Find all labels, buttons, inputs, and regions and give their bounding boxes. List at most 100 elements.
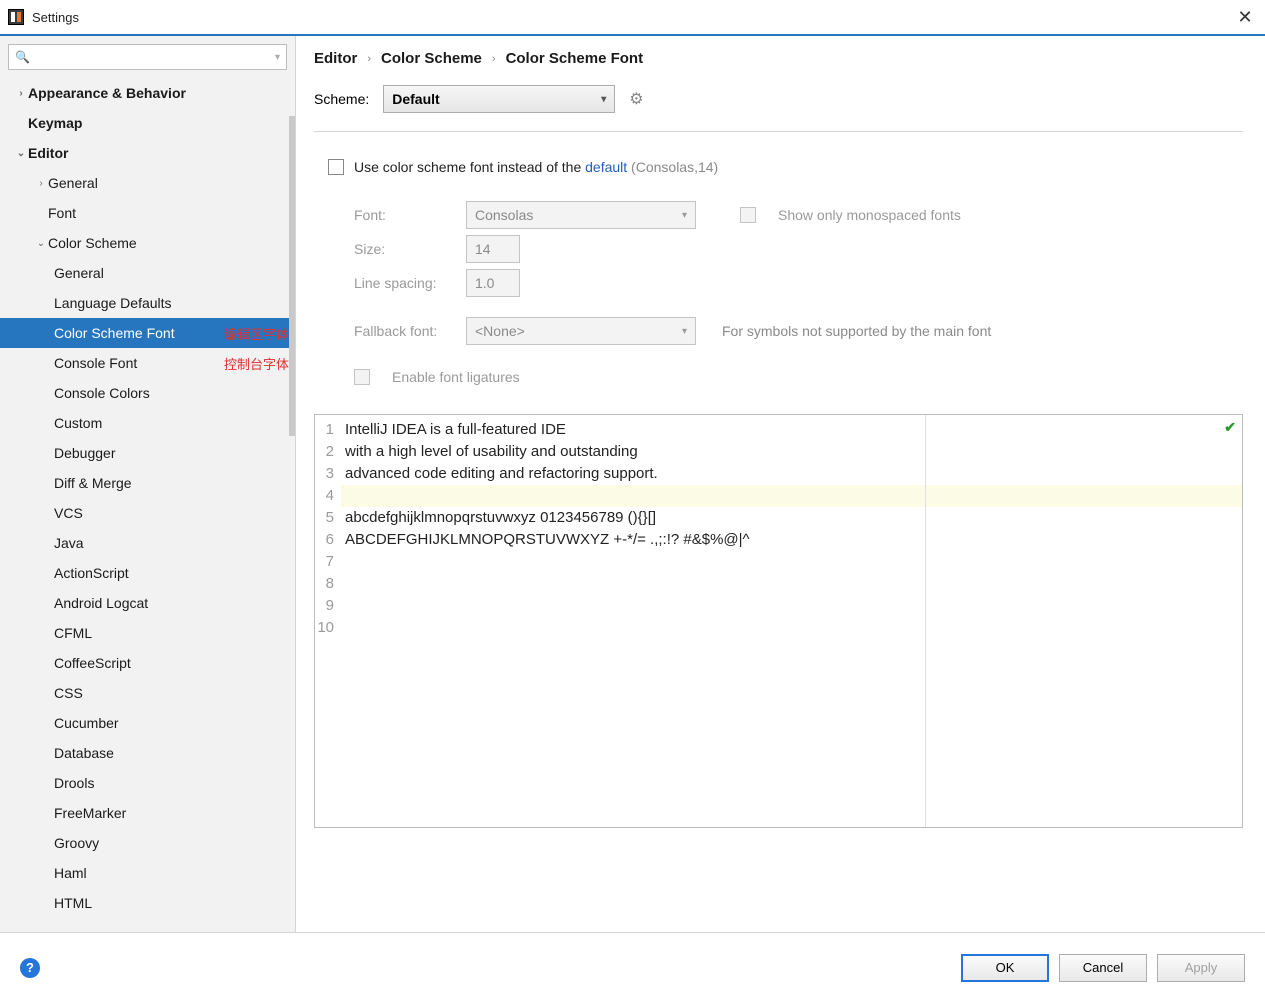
chevron-right-icon: › xyxy=(367,53,371,65)
tree-item-groovy[interactable]: Groovy xyxy=(0,828,295,858)
tree-item-label: Console Colors xyxy=(54,385,150,401)
tree-item-label: Color Scheme Font xyxy=(54,325,175,341)
tree-item-console-font[interactable]: Console Font 控制台字体 xyxy=(0,348,295,378)
tree-item-keymap[interactable]: Keymap xyxy=(0,108,295,138)
use-scheme-font-checkbox[interactable] xyxy=(328,159,344,175)
tree-item-label: Editor xyxy=(28,145,68,161)
line-number: 1 xyxy=(315,419,334,441)
tree-item-general[interactable]: ›General xyxy=(0,168,295,198)
preview-line: IntelliJ IDEA is a full-featured IDE xyxy=(341,419,1242,441)
settings-tree[interactable]: ›Appearance & BehaviorKeymap⌄Editor›Gene… xyxy=(0,78,295,932)
check-icon: ✔ xyxy=(1224,419,1236,436)
tree-item-language-defaults[interactable]: Language Defaults xyxy=(0,288,295,318)
tree-item-drools[interactable]: Drools xyxy=(0,768,295,798)
size-label: Size: xyxy=(354,241,454,257)
tree-item-haml[interactable]: Haml xyxy=(0,858,295,888)
chevron-right-icon: › xyxy=(492,53,496,65)
tree-item-console-colors[interactable]: Console Colors xyxy=(0,378,295,408)
monospace-checkbox xyxy=(740,207,756,223)
chevron-down-icon: ▾ xyxy=(682,210,687,221)
tree-item-label: CSS xyxy=(54,685,83,701)
default-link[interactable]: default xyxy=(585,159,627,175)
tree-item-database[interactable]: Database xyxy=(0,738,295,768)
font-label: Font: xyxy=(354,207,454,223)
tree-item-label: Debugger xyxy=(54,445,116,461)
tree-item-annotation: 编辑区字体 xyxy=(224,324,295,343)
preview-line: advanced code editing and refactoring su… xyxy=(341,463,1242,485)
preview-line xyxy=(341,551,1242,573)
tree-item-actionscript[interactable]: ActionScript xyxy=(0,558,295,588)
tree-item-label: Keymap xyxy=(28,115,82,131)
tree-item-debugger[interactable]: Debugger xyxy=(0,438,295,468)
tree-item-label: Console Font xyxy=(54,355,137,371)
app-icon xyxy=(8,9,24,25)
preview-line: ABCDEFGHIJKLMNOPQRSTUVWXYZ +-*/= .,;:!? … xyxy=(341,529,1242,551)
preview-code: IntelliJ IDEA is a full-featured IDEwith… xyxy=(341,415,1242,827)
tree-item-font[interactable]: Font xyxy=(0,198,295,228)
chevron-down-icon: ▾ xyxy=(682,326,687,337)
monospace-label: Show only monospaced fonts xyxy=(778,207,961,223)
tree-item-css[interactable]: CSS xyxy=(0,678,295,708)
tree-item-android-logcat[interactable]: Android Logcat xyxy=(0,588,295,618)
gear-icon[interactable]: ⚙ xyxy=(629,89,643,109)
line-number: 5 xyxy=(315,507,334,529)
ok-button[interactable]: OK xyxy=(961,954,1049,982)
tree-item-label: Font xyxy=(48,205,76,221)
tree-item-appearance-behavior[interactable]: ›Appearance & Behavior xyxy=(0,78,295,108)
tree-item-label: Android Logcat xyxy=(54,595,148,611)
chevron-right-icon: › xyxy=(34,178,48,189)
window-title: Settings xyxy=(32,10,79,25)
tree-item-java[interactable]: Java xyxy=(0,528,295,558)
line-number: 8 xyxy=(315,573,334,595)
breadcrumb-editor[interactable]: Editor xyxy=(314,50,357,67)
help-icon[interactable]: ? xyxy=(20,958,40,978)
tree-item-cucumber[interactable]: Cucumber xyxy=(0,708,295,738)
tree-item-label: FreeMarker xyxy=(54,805,126,821)
tree-item-custom[interactable]: Custom xyxy=(0,408,295,438)
scrollbar[interactable] xyxy=(289,116,295,436)
preview-line xyxy=(341,595,1242,617)
line-number: 3 xyxy=(315,463,334,485)
tree-item-editor[interactable]: ⌄Editor xyxy=(0,138,295,168)
search-field[interactable] xyxy=(34,50,271,65)
breadcrumb-color-scheme[interactable]: Color Scheme xyxy=(381,50,482,67)
tree-item-vcs[interactable]: VCS xyxy=(0,498,295,528)
settings-main: Editor › Color Scheme › Color Scheme Fon… xyxy=(296,36,1265,932)
preview-divider xyxy=(925,415,926,827)
line-number: 2 xyxy=(315,441,334,463)
fallback-font-select: <None>▾ xyxy=(466,317,696,345)
tree-item-coffeescript[interactable]: CoffeeScript xyxy=(0,648,295,678)
close-icon[interactable]: ✕ xyxy=(1233,7,1257,28)
tree-item-color-scheme-font[interactable]: Color Scheme Font 编辑区字体 xyxy=(0,318,295,348)
line-spacing-input: 1.0 xyxy=(466,269,520,297)
tree-item-cfml[interactable]: CFML xyxy=(0,618,295,648)
tree-item-annotation: 控制台字体 xyxy=(224,354,295,373)
tree-item-label: Color Scheme xyxy=(48,235,137,251)
tree-item-html[interactable]: HTML xyxy=(0,888,295,918)
line-number: 4 xyxy=(315,485,334,507)
scheme-value: Default xyxy=(392,91,439,107)
line-number: 7 xyxy=(315,551,334,573)
use-scheme-font-label: Use color scheme font instead of the def… xyxy=(354,159,718,175)
ligatures-checkbox xyxy=(354,369,370,385)
tree-item-label: Cucumber xyxy=(54,715,119,731)
tree-item-label: VCS xyxy=(54,505,83,521)
search-icon: 🔍 xyxy=(15,50,30,64)
search-input[interactable]: 🔍 ▾ xyxy=(8,44,287,70)
tree-item-label: General xyxy=(54,265,104,281)
tree-item-freemarker[interactable]: FreeMarker xyxy=(0,798,295,828)
scheme-select[interactable]: Default ▾ xyxy=(383,85,615,113)
apply-button: Apply xyxy=(1157,954,1245,982)
tree-item-label: CFML xyxy=(54,625,92,641)
tree-item-general[interactable]: General xyxy=(0,258,295,288)
dialog-footer: ? OK Cancel Apply xyxy=(0,932,1265,1002)
font-preview[interactable]: 12345678910 IntelliJ IDEA is a full-feat… xyxy=(314,414,1243,828)
tree-item-color-scheme[interactable]: ⌄Color Scheme xyxy=(0,228,295,258)
tree-item-label: ActionScript xyxy=(54,565,129,581)
tree-item-label: Diff & Merge xyxy=(54,475,132,491)
ligatures-label: Enable font ligatures xyxy=(392,369,520,385)
cancel-button[interactable]: Cancel xyxy=(1059,954,1147,982)
line-number: 10 xyxy=(315,617,334,639)
tree-item-diff-merge[interactable]: Diff & Merge xyxy=(0,468,295,498)
chevron-down-icon: ▾ xyxy=(601,94,606,105)
